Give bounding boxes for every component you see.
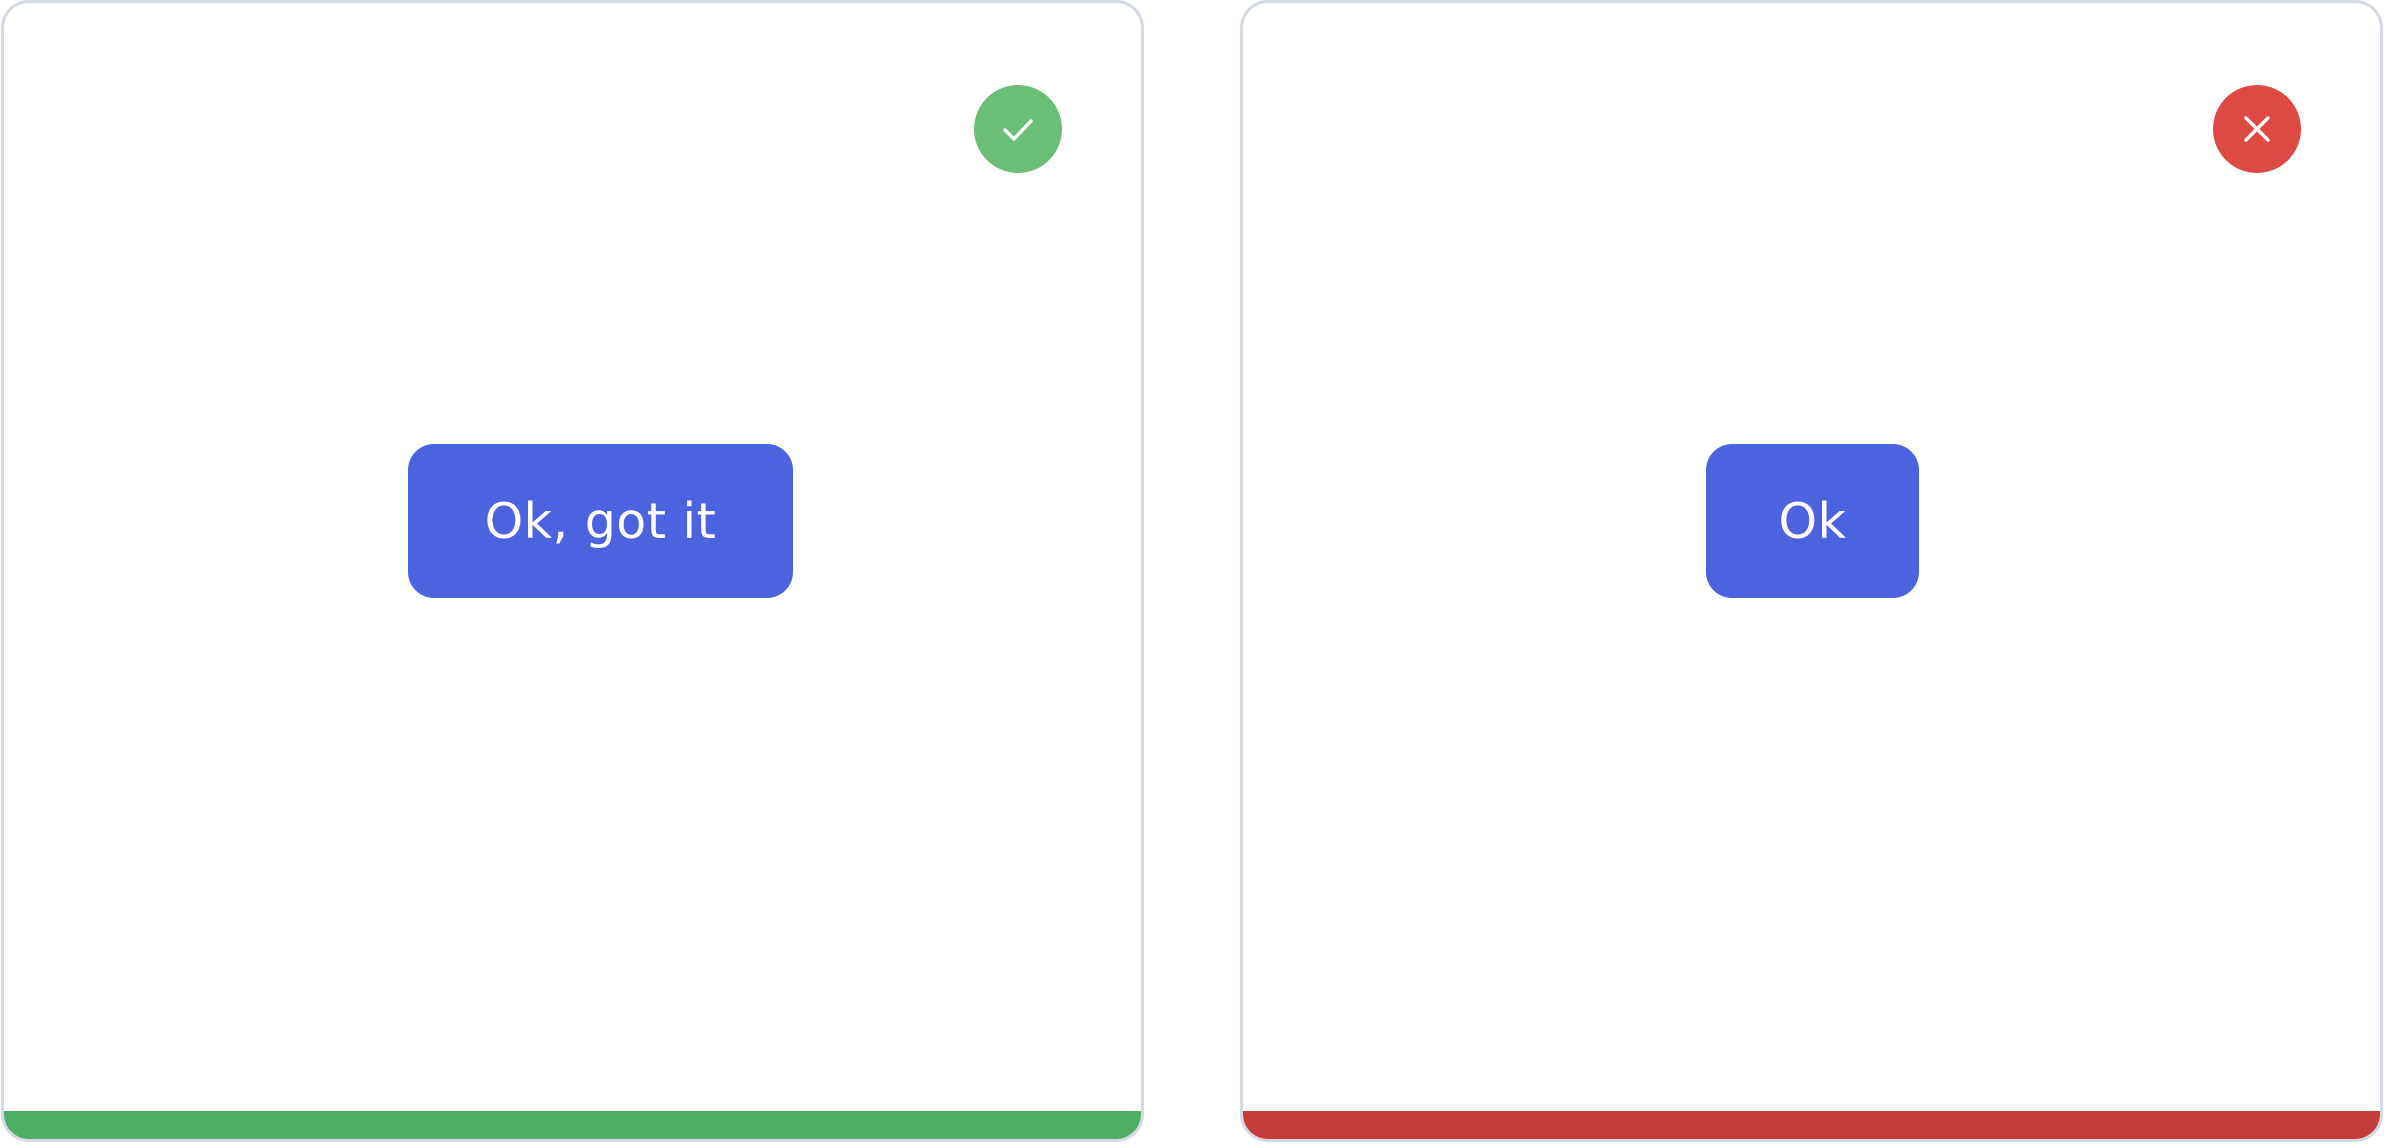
incorrect-example-card: Ok <box>1240 0 2383 1142</box>
close-icon <box>2244 116 2270 142</box>
ok-button[interactable]: Ok <box>1706 444 1919 598</box>
correct-example-card: Ok, got it <box>1 0 1144 1142</box>
ok-got-it-button[interactable]: Ok, got it <box>408 444 793 598</box>
incorrect-badge <box>2213 85 2301 173</box>
comparison-stage: Ok, got it Ok <box>0 0 2384 1144</box>
incorrect-status-bar <box>1243 1111 2380 1139</box>
check-icon <box>1003 119 1033 141</box>
correct-status-bar <box>4 1111 1141 1139</box>
correct-badge <box>974 85 1062 173</box>
